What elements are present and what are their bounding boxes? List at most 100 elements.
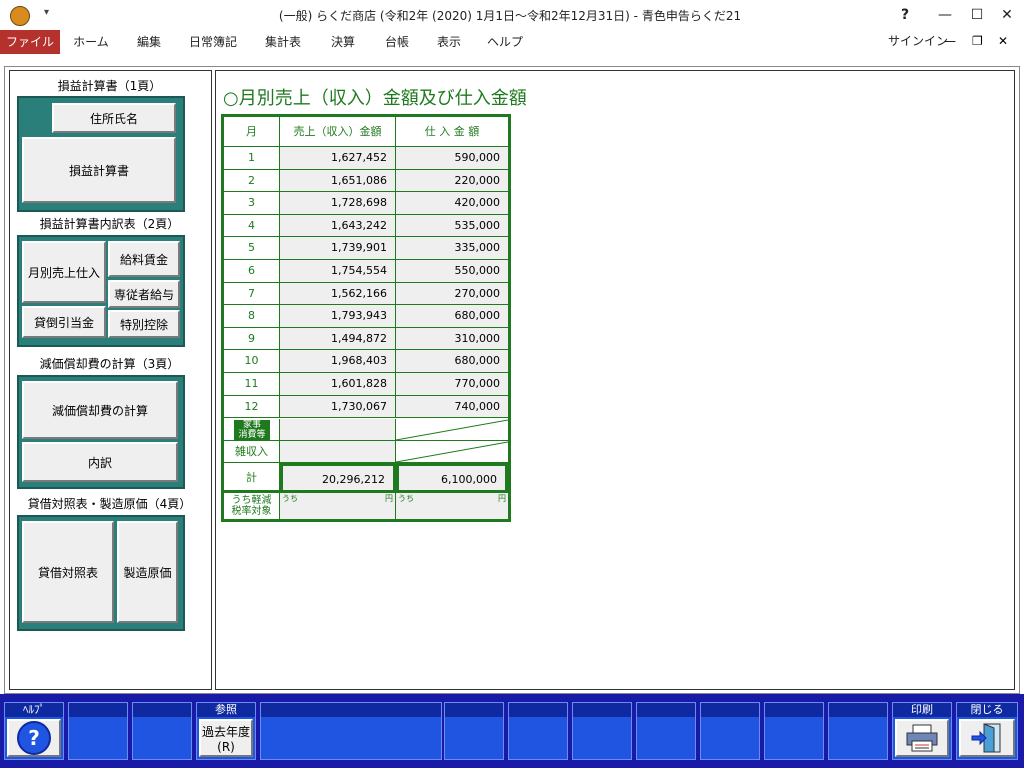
household-label-line2: 消費等 — [238, 430, 266, 440]
purchase-cell[interactable]: 335,000 — [396, 237, 508, 260]
household-purchase-cell — [396, 419, 508, 441]
close-button[interactable]: ✕ — [996, 4, 1018, 26]
past-year-shortcut: (R) — [217, 739, 235, 754]
month-label: 9 — [224, 327, 280, 351]
reference-key[interactable]: 参照過去年度 (R) — [196, 702, 256, 760]
menu-file[interactable]: ファイル — [0, 30, 60, 54]
purchase-cell[interactable]: 220,000 — [396, 169, 508, 193]
help-key[interactable]: ﾍﾙﾌﾟ? — [4, 702, 64, 760]
sales-cell[interactable]: 1,651,086 — [280, 169, 396, 193]
salary-wages-button[interactable]: 給料賃金 — [108, 241, 180, 277]
purchase-cell[interactable]: 535,000 — [396, 214, 508, 238]
total-label: 計 — [224, 463, 280, 493]
balance-sheet-button[interactable]: 貸借対照表 — [22, 521, 114, 623]
reference-key-label: 参照 — [197, 703, 255, 717]
question-icon: ? — [17, 721, 51, 755]
menu-summary[interactable]: 集計表 — [256, 30, 310, 54]
month-label: 8 — [224, 305, 280, 328]
close-window-button[interactable] — [959, 719, 1015, 757]
sales-cell[interactable]: 1,643,242 — [280, 214, 396, 238]
doc-close-button[interactable]: ✕ — [998, 34, 1008, 48]
fkey-blank-5-label — [509, 703, 567, 717]
reduced-rate-label: うち軽減 税率対象 — [224, 493, 280, 519]
fkey-blank-8-label — [701, 703, 759, 717]
sales-cell[interactable]: 1,968,403 — [280, 350, 396, 373]
quick-access-dropdown-icon[interactable]: ▾ — [44, 7, 49, 18]
month-label: 1 — [224, 147, 280, 170]
depreciation-calc-button[interactable]: 減価償却費の計算 — [22, 381, 178, 439]
print-key-label: 印刷 — [893, 703, 951, 717]
col-header-purchase: 仕 入 金 額 — [396, 117, 508, 147]
window-title: (一般) らくだ商店 (令和2年 (2020) 1月1日〜令和2年12月31日)… — [278, 9, 742, 23]
purchase-cell[interactable]: 680,000 — [396, 350, 508, 373]
fkey-blank-2-label — [133, 703, 191, 717]
manufacturing-cost-button[interactable]: 製造原価 — [117, 521, 178, 623]
purchase-cell[interactable]: 270,000 — [396, 282, 508, 306]
purchase-cell[interactable]: 550,000 — [396, 260, 508, 283]
purchase-cell[interactable]: 740,000 — [396, 395, 508, 419]
doc-restore-button[interactable]: ❐ — [972, 34, 983, 48]
month-label: 2 — [224, 169, 280, 193]
fkey-blank-9 — [764, 702, 824, 760]
misc-income-label: 雑収入 — [224, 441, 280, 463]
past-year-label: 過去年度 — [201, 724, 250, 739]
breakdown-button[interactable]: 内訳 — [22, 442, 178, 482]
reduced-rate-sales-cell[interactable]: うち 円 — [280, 493, 396, 519]
help-button[interactable]: ? — [7, 719, 61, 757]
total-sales-cell: 20,296,212 — [280, 463, 396, 493]
purchase-cell[interactable]: 680,000 — [396, 305, 508, 328]
col-header-sales: 売上（収入）金額 — [280, 117, 396, 147]
section-title-pl-detail: 損益計算書内訳表（2頁） — [39, 217, 180, 231]
bad-debt-reserve-button[interactable]: 貸倒引当金 — [22, 306, 106, 338]
sales-cell[interactable]: 1,739,901 — [280, 237, 396, 260]
sales-cell[interactable]: 1,494,872 — [280, 327, 396, 351]
pl-statement-button[interactable]: 損益計算書 — [22, 137, 176, 203]
menu-home[interactable]: ホーム — [66, 30, 116, 54]
menu-ledger[interactable]: 台帳 — [374, 30, 420, 54]
print-key[interactable]: 印刷 — [892, 702, 952, 760]
app-icon[interactable] — [10, 6, 30, 26]
reduced-rate-label-line1: うち軽減 — [231, 495, 272, 506]
household-sales-cell[interactable] — [280, 419, 396, 441]
doc-minimize-button[interactable]: — — [944, 34, 956, 48]
minimize-button[interactable]: — — [934, 4, 956, 26]
special-deduction-button[interactable]: 特別控除 — [108, 310, 180, 338]
fkey-blank-10-label — [829, 703, 887, 717]
purchase-cell[interactable]: 590,000 — [396, 147, 508, 170]
sales-cell[interactable]: 1,562,166 — [280, 282, 396, 306]
sales-cell[interactable]: 1,627,452 — [280, 147, 396, 170]
misc-income-purchase-cell — [396, 441, 508, 463]
family-employee-salary-button[interactable]: 専従者給与 — [108, 280, 180, 308]
menu-edit[interactable]: 編集 — [124, 30, 174, 54]
misc-income-sales-cell[interactable] — [280, 441, 396, 463]
signin-link[interactable]: サインイン — [888, 32, 948, 49]
purchase-cell[interactable]: 420,000 — [396, 192, 508, 215]
menu-help[interactable]: ヘルプ — [480, 30, 530, 54]
month-label: 6 — [224, 260, 280, 283]
past-year-button[interactable]: 過去年度 (R) — [199, 719, 253, 757]
menu-settlement[interactable]: 決算 — [320, 30, 366, 54]
month-label: 12 — [224, 395, 280, 419]
month-label: 7 — [224, 282, 280, 306]
address-name-button[interactable]: 住所氏名 — [52, 103, 176, 133]
monthly-sales-purchase-button[interactable]: 月別売上仕入 — [22, 241, 106, 303]
help-icon[interactable]: ? — [894, 4, 916, 26]
purchase-cell[interactable]: 310,000 — [396, 327, 508, 351]
printer-icon — [906, 724, 938, 752]
fkey-blank-9-label — [765, 703, 823, 717]
sales-cell[interactable]: 1,754,554 — [280, 260, 396, 283]
sales-cell[interactable]: 1,730,067 — [280, 395, 396, 419]
maximize-button[interactable]: ☐ — [966, 4, 988, 26]
menu-view[interactable]: 表示 — [426, 30, 472, 54]
household-label-line1: 家事 — [242, 420, 261, 430]
menu-daily-bookkeeping[interactable]: 日常簿記 — [180, 30, 246, 54]
close-key[interactable]: 閉じる — [956, 702, 1018, 760]
purchase-cell[interactable]: 770,000 — [396, 373, 508, 396]
sales-cell[interactable]: 1,728,698 — [280, 192, 396, 215]
sales-cell[interactable]: 1,793,943 — [280, 305, 396, 328]
fkey-blank-6-label — [573, 703, 631, 717]
sales-cell[interactable]: 1,601,828 — [280, 373, 396, 396]
fkey-blank-1 — [68, 702, 128, 760]
reduced-rate-purchase-cell[interactable]: うち 円 — [396, 493, 508, 519]
print-button[interactable] — [895, 719, 949, 757]
